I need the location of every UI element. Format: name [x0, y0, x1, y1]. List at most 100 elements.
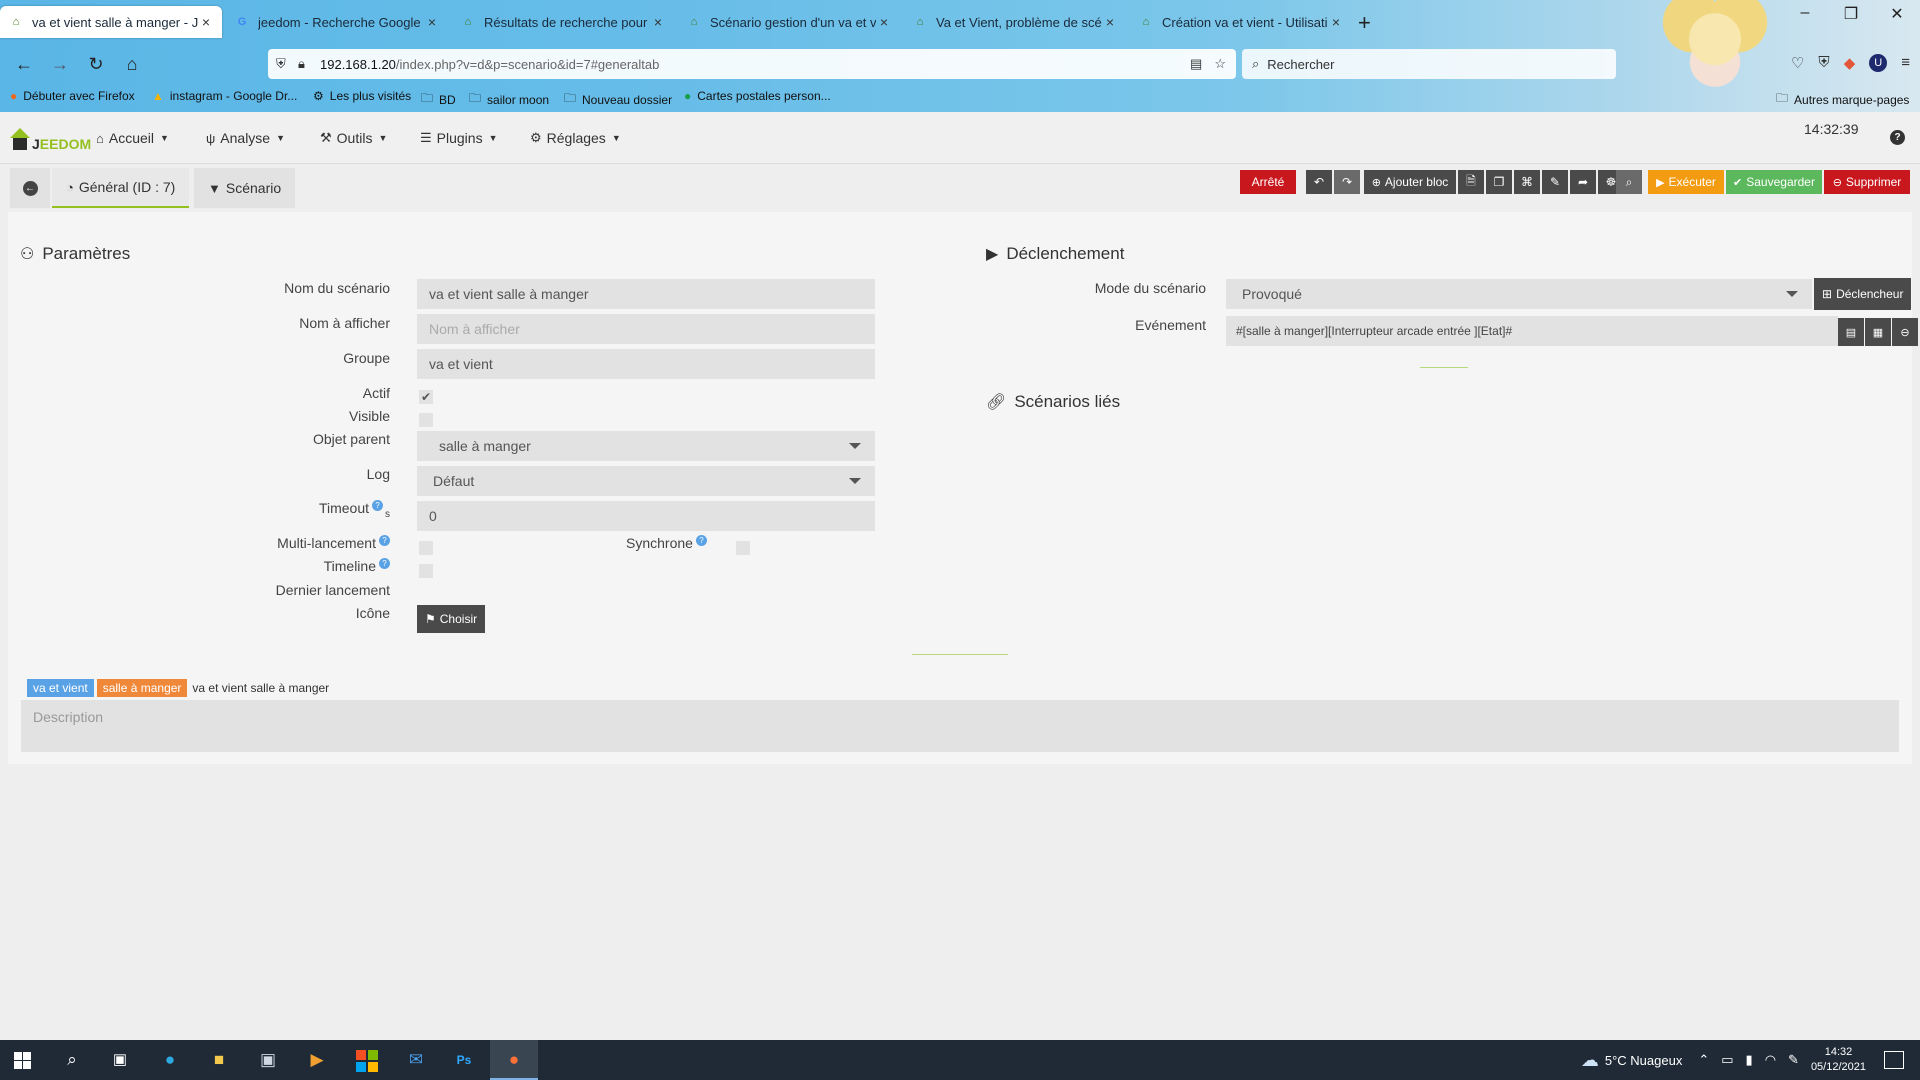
browser-tab-2[interactable]: G jeedom - Recherche Google × [226, 6, 448, 38]
bookmark-item[interactable]: 🗀︎ Nouveau dossier [564, 89, 672, 110]
jeedom-logo[interactable]: JEEDOM [8, 122, 91, 152]
new-tab-button[interactable]: + [1358, 10, 1371, 36]
scenario-mode-select[interactable]: Provoqué [1226, 279, 1812, 309]
active-checkbox[interactable]: ✔ [419, 390, 433, 404]
delete-button[interactable]: ⊖ Supprimer [1824, 170, 1910, 194]
search-icon[interactable]: ⌕ [60, 1048, 84, 1072]
battery-icon[interactable]: ▮ [1746, 1052, 1753, 1068]
task-view-icon[interactable]: ▣ [108, 1048, 132, 1072]
wifi-icon[interactable]: ◠ [1765, 1052, 1776, 1068]
home-icon[interactable]: ⌂ [120, 52, 144, 76]
multi-launch-checkbox[interactable] [419, 541, 433, 555]
log-button[interactable]: 🗎︎ [1458, 170, 1484, 194]
search-button[interactable]: ⌕ [1616, 170, 1642, 194]
chevron-up-icon[interactable]: ⌃ [1698, 1052, 1709, 1068]
ublock-icon[interactable]: U [1869, 54, 1888, 72]
edit-button[interactable]: ✎ [1542, 170, 1568, 194]
timeline-checkbox[interactable] [419, 564, 433, 578]
description-textarea[interactable]: Description [21, 700, 1899, 752]
tablet-icon[interactable]: ▭ [1721, 1052, 1733, 1068]
microsoft-apps-icon[interactable] [356, 1050, 378, 1072]
back-button[interactable]: ← [10, 168, 50, 208]
event-list-button[interactable]: ▤ [1838, 318, 1864, 346]
save-button[interactable]: ✔ Sauvegarder [1726, 170, 1822, 194]
template-button[interactable]: ⌘ [1514, 170, 1540, 194]
back-arrow-icon[interactable]: ← [12, 52, 36, 76]
parent-object-select[interactable]: salle à manger [417, 431, 875, 461]
bookmark-star-icon[interactable]: ☆ [1214, 56, 1226, 72]
bookmark-item[interactable]: ⚙ Les plus visités [313, 89, 411, 103]
browser-tab-6[interactable]: ⌂ Création va et vient - Utilisation × [1130, 6, 1352, 38]
menu-outils[interactable]: ⚒ Outils ▼ [320, 130, 387, 146]
log-select[interactable]: Défaut [417, 466, 875, 496]
synchrone-checkbox[interactable] [736, 541, 750, 555]
close-icon[interactable]: × [1328, 14, 1344, 30]
scenario-name-input[interactable]: va et vient salle à manger [417, 279, 875, 309]
menu-plugins[interactable]: ☰ Plugins ▼ [420, 130, 498, 146]
redo-button[interactable]: ↷ [1334, 170, 1360, 194]
pen-icon[interactable]: ✎ [1788, 1052, 1799, 1068]
bookmark-item[interactable]: ● Débuter avec Firefox [10, 89, 135, 103]
forward-arrow-icon[interactable]: → [48, 52, 72, 76]
add-block-button[interactable]: ⊕ Ajouter bloc [1364, 170, 1456, 194]
bookmark-item[interactable]: ▲ instagram - Google Dr... [152, 89, 297, 103]
taskbar-clock[interactable]: 14:32 05/12/2021 [1811, 1045, 1866, 1075]
tab-scenario[interactable]: ▼ Scénario [194, 168, 296, 208]
execute-button[interactable]: ▶ Exécuter [1648, 170, 1724, 194]
close-icon[interactable]: × [876, 14, 892, 30]
notification-icon[interactable] [1884, 1051, 1904, 1069]
menu-analyse[interactable]: ψ Analyse ▼ [206, 130, 285, 146]
mail-icon[interactable]: ✉ [404, 1048, 428, 1072]
event-input[interactable]: #[salle à manger][Interrupteur arcade en… [1226, 316, 1838, 346]
help-icon[interactable]: ? [1890, 130, 1905, 145]
export-button[interactable]: ➦ [1570, 170, 1596, 194]
help-icon[interactable]: ? [379, 558, 390, 569]
timeout-input[interactable]: 0 [417, 501, 875, 531]
bookmark-item[interactable]: 🗀︎ sailor moon [469, 89, 549, 110]
pocket-icon[interactable]: ♡ [1791, 54, 1804, 72]
reload-icon[interactable]: ↻ [84, 52, 108, 76]
other-bookmarks[interactable]: 🗀︎ Autres marque-pages [1776, 89, 1909, 110]
menu-reglages[interactable]: ⚙ Réglages ▼ [530, 130, 621, 146]
choose-icon-button[interactable]: ⚑ Choisir [417, 605, 486, 633]
browser-tab-4[interactable]: ⌂ Scénario gestion d'un va et vien × [678, 6, 900, 38]
url-bar[interactable]: ⛨ 🔒︎ 192.168.1.20/index.php?v=d&p=scenar… [268, 49, 1236, 79]
minimize-icon[interactable]: – [1782, 4, 1828, 24]
windows-start-icon[interactable] [14, 1052, 31, 1069]
close-icon[interactable]: × [198, 14, 214, 30]
event-remove-button[interactable]: ⊖ [1892, 318, 1918, 346]
bookmark-item[interactable]: 🗀︎ BD [421, 89, 456, 110]
display-name-input[interactable]: Nom à afficher [417, 314, 875, 344]
undo-button[interactable]: ↶ [1306, 170, 1332, 194]
window-close-icon[interactable]: ✕ [1874, 4, 1920, 24]
restore-icon[interactable]: ❐ [1828, 4, 1874, 24]
brave-icon[interactable]: ◆ [1844, 54, 1856, 72]
file-explorer-icon[interactable]: ■ [207, 1048, 231, 1072]
bookmark-item[interactable]: ● Cartes postales person... [684, 89, 831, 103]
visible-checkbox[interactable] [419, 413, 433, 427]
menu-accueil[interactable]: ⌂ Accueil ▼ [96, 130, 169, 146]
firefox-icon[interactable]: ● [502, 1048, 526, 1072]
browser-tab-1[interactable]: ⌂ va et vient salle à manger - Jeed × [0, 6, 222, 38]
privacy-badger-icon[interactable]: ⛨ [1818, 54, 1829, 72]
edge-icon[interactable]: ● [158, 1048, 182, 1072]
reader-view-icon[interactable]: ▤ [1190, 56, 1202, 72]
menu-icon[interactable]: ≡ [1901, 54, 1910, 72]
event-calc-button[interactable]: ▦ [1865, 318, 1891, 346]
photoshop-icon[interactable]: Ps [452, 1048, 476, 1072]
weather-widget[interactable]: ☁ 5°C Nuageux [1581, 1050, 1682, 1071]
close-icon[interactable]: × [424, 14, 440, 30]
group-input[interactable]: va et vient [417, 349, 875, 379]
close-icon[interactable]: × [1102, 14, 1118, 30]
help-icon[interactable]: ? [372, 500, 383, 511]
duplicate-button[interactable]: ❐ [1486, 170, 1512, 194]
tab-general[interactable]: ◔ Général (ID : 7) [52, 168, 190, 208]
browser-tab-5[interactable]: ⌂ Va et Vient, problème de scéna × [904, 6, 1126, 38]
add-trigger-button[interactable]: ⊞ Déclencheur [1814, 278, 1912, 310]
help-icon[interactable]: ? [695, 535, 707, 546]
help-icon[interactable]: ? [379, 535, 390, 546]
browser-tab-3[interactable]: ⌂ Résultats de recherche pour « v × [452, 6, 674, 38]
search-bar[interactable]: ⌕ Rechercher [1242, 49, 1616, 79]
close-icon[interactable]: × [650, 14, 666, 30]
media-player-icon[interactable]: ▶ [305, 1048, 329, 1072]
